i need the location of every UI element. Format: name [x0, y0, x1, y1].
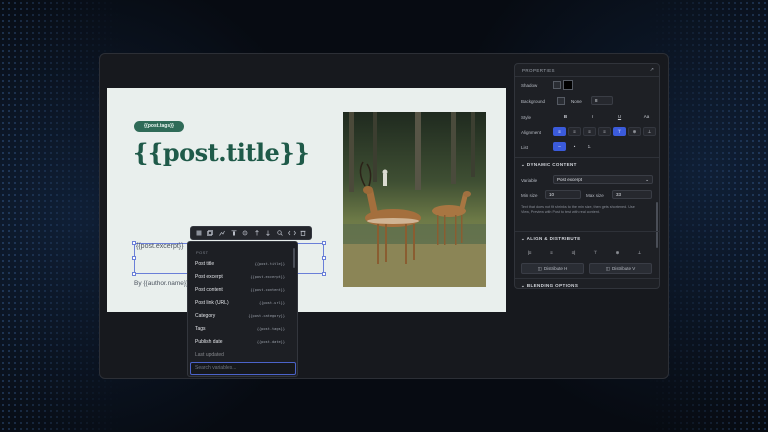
list-buttons: – • 1. [553, 142, 596, 151]
dropdown-scrollbar[interactable] [293, 248, 295, 268]
valign-top-icon[interactable]: ⊤ [613, 127, 626, 136]
align-objects-hcenter-icon[interactable]: ≡ [545, 248, 558, 257]
style-buttons: B I U Aa [559, 112, 653, 121]
background-number-input[interactable]: 8 [591, 96, 613, 105]
zoom-icon[interactable] [275, 229, 284, 238]
dynamic-content-heading[interactable]: ⌄ DYNAMIC CONTENT [521, 162, 577, 168]
chart-icon[interactable] [217, 229, 226, 238]
variable-item-tags[interactable]: Tags {{post.tags}} [188, 322, 292, 335]
code-icon[interactable] [287, 229, 296, 238]
divider [515, 76, 659, 77]
collapse-icon[interactable]: ↗ [650, 67, 654, 73]
dynamic-content-note: Text that does not fit shrinks to the mi… [521, 205, 635, 214]
align-right-icon[interactable]: ≡ [583, 127, 596, 136]
style-label: Style [521, 115, 532, 120]
alignment-buttons: ≡ ≡ ≡ ≡ ⊤ ⊕ ⊥ [553, 127, 656, 136]
antelope-photo-illustration [343, 112, 486, 287]
variable-item-category[interactable]: Category {{post.category}} [188, 309, 292, 322]
post-title-text[interactable]: {{post.title}} [133, 138, 310, 167]
variable-item-last-updated[interactable]: Last updated [188, 348, 292, 361]
variables-dropdown: POST Post title {{post.title}} Post excer… [187, 241, 298, 377]
list-none-icon[interactable]: – [553, 142, 566, 151]
trash-icon[interactable] [299, 229, 308, 238]
align-distribute-heading[interactable]: ⌄ ALIGN & DISTRIBUTE [521, 236, 581, 242]
underline-button[interactable]: U [613, 112, 626, 121]
copy-icon[interactable] [206, 229, 215, 238]
resize-handle-ml[interactable] [132, 256, 136, 260]
variable-label: Variable [521, 178, 538, 183]
align-top-icon[interactable] [229, 229, 238, 238]
list-label: List [521, 145, 529, 150]
variable-item-post-url[interactable]: Post link (URL) {{post.url}} [188, 296, 292, 309]
align-objects-vcenter-icon[interactable]: ⊕ [611, 248, 624, 257]
variable-item-post-title[interactable]: Post title {{post.title}} [188, 257, 292, 270]
background-value: None [571, 99, 582, 104]
align-left-icon[interactable]: ≡ [553, 127, 566, 136]
divider [515, 157, 659, 158]
background-label: Background [521, 99, 546, 104]
max-size-label: Max size [586, 193, 604, 198]
variable-item-publish-date[interactable]: Publish date {{post.date}} [188, 335, 292, 348]
variable-item-post-excerpt[interactable]: Post excerpt {{post.excerpt}} [188, 270, 292, 283]
panel-scrollbar[interactable] [656, 202, 658, 248]
author-text[interactable]: By {{author.name}} [134, 280, 188, 287]
arrow-up-icon[interactable] [252, 229, 261, 238]
blending-options-heading[interactable]: ⌄ BLENDING OPTIONS [521, 283, 578, 288]
align-justify-icon[interactable]: ≡ [598, 127, 611, 136]
align-center-icon[interactable]: ≡ [568, 127, 581, 136]
align-objects-right-icon[interactable]: ≡| [567, 248, 580, 257]
align-objects-top-icon[interactable]: ⊤ [589, 248, 602, 257]
resize-handle-tr[interactable] [322, 241, 326, 245]
resize-handle-mr[interactable] [322, 256, 326, 260]
alignment-label: Alignment [521, 130, 542, 135]
shadow-label: Shadow [521, 83, 538, 88]
divider [515, 231, 659, 232]
list-bullet-icon[interactable]: • [568, 142, 581, 151]
resize-handle-bl[interactable] [132, 272, 136, 276]
italic-button[interactable]: I [586, 112, 599, 121]
arrow-down-icon[interactable] [264, 229, 273, 238]
properties-panel: PROPERTIES ↗ Shadow Background None 8 St… [514, 63, 660, 289]
divider [515, 278, 659, 279]
featured-image[interactable] [343, 112, 486, 287]
valign-bottom-icon[interactable]: ⊥ [643, 127, 656, 136]
resize-handle-tl[interactable] [132, 241, 136, 245]
distribute-h-icon: ◫ [537, 265, 542, 271]
min-size-label: Min size [521, 193, 538, 198]
variable-select[interactable]: Post excerpt ⌄ [553, 175, 653, 184]
floating-toolbar [190, 226, 312, 240]
target-icon[interactable] [241, 229, 250, 238]
min-size-input[interactable]: 10 [545, 190, 581, 199]
variable-item-post-content[interactable]: Post content {{post.content}} [188, 283, 292, 296]
align-objects-buttons: |≡ ≡ ≡| ⊤ ⊕ ⊥ [523, 248, 646, 257]
chevron-down-icon: ⌄ [645, 177, 649, 182]
list-numbered-icon[interactable]: 1. [583, 142, 596, 151]
align-objects-left-icon[interactable]: |≡ [523, 248, 536, 257]
shadow-toggle[interactable] [553, 81, 561, 89]
shadow-color-swatch[interactable] [563, 80, 573, 90]
distribute-h-button[interactable]: ◫ Distribute H [521, 263, 584, 274]
excerpt-text: {{post.excerpt}} [136, 243, 184, 250]
distribute-v-button[interactable]: ◫ Distribute V [589, 263, 652, 274]
select-icon[interactable] [194, 229, 203, 238]
align-objects-bottom-icon[interactable]: ⊥ [633, 248, 646, 257]
distribute-v-icon: ◫ [605, 265, 610, 271]
search-variables-input[interactable]: Search variables... [190, 362, 296, 375]
bold-button[interactable]: B [559, 112, 572, 121]
dropdown-section-header: POST [196, 250, 209, 255]
tags-badge[interactable]: {{post.tags}} [134, 121, 184, 132]
resize-handle-br[interactable] [322, 272, 326, 276]
case-button[interactable]: Aa [640, 112, 653, 121]
background-color-swatch[interactable] [557, 97, 565, 105]
properties-title: PROPERTIES [522, 68, 555, 73]
max-size-input[interactable]: 33 [612, 190, 652, 199]
valign-middle-icon[interactable]: ⊕ [628, 127, 641, 136]
